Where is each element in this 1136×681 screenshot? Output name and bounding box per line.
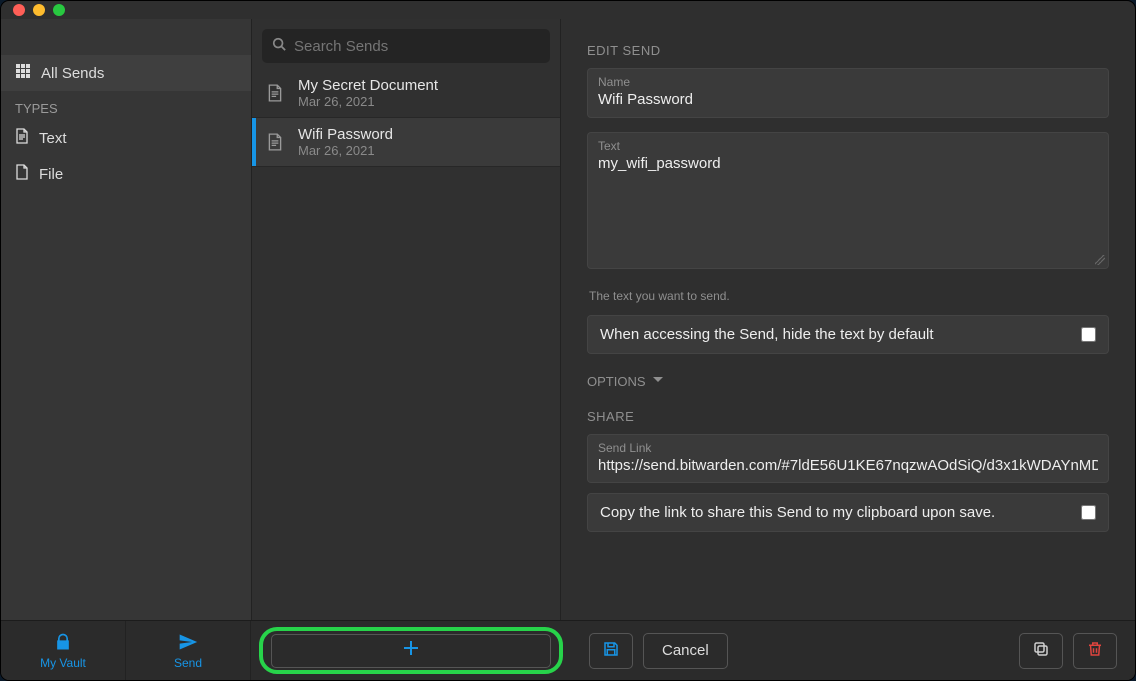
name-label: Name [598,75,1098,89]
text-file-icon [264,84,286,102]
copy-link-button[interactable] [1019,633,1063,669]
sidebar-type-file-label: File [39,166,63,183]
save-icon [602,640,620,662]
search-icon [272,37,286,56]
send-icon [178,632,198,655]
window-zoom-dot[interactable] [53,4,65,16]
share-heading: SHARE [587,409,1109,424]
name-input[interactable] [598,91,1098,108]
sidebar-types-heading: TYPES [1,91,251,120]
delete-button[interactable] [1073,633,1117,669]
text-file-icon [15,128,29,148]
copy-on-save-checkbox[interactable] [1081,505,1096,520]
window-minimize-dot[interactable] [33,4,45,16]
sidebar-type-text-label: Text [39,130,67,147]
app-window: All Sends TYPES Text File [0,0,1136,681]
text-field[interactable]: Text [587,132,1109,269]
nav-send[interactable]: Send [126,621,251,680]
file-icon [15,164,29,184]
sidebar-item-type-file[interactable]: File [1,156,251,192]
copy-on-save-label: Copy the link to share this Send to my c… [600,504,995,521]
hide-text-row[interactable]: When accessing the Send, hide the text b… [587,315,1109,354]
nav-my-vault[interactable]: My Vault [1,621,126,680]
cancel-label: Cancel [662,642,709,659]
share-link-label: Send Link [598,441,1098,455]
detail-panel[interactable]: EDIT SEND Name Text The text you want to… [561,19,1135,620]
list-item-title: Wifi Password [298,126,393,143]
cancel-button[interactable]: Cancel [643,633,728,669]
titlebar [1,1,1135,19]
hide-text-checkbox[interactable] [1081,327,1096,342]
search-input[interactable] [294,38,540,55]
share-link-value: https://send.bitwarden.com/#7ldE56U1KE67… [598,457,1098,474]
send-list: My Secret Document Mar 26, 2021 Wifi Pas… [252,69,560,620]
copy-icon [1032,640,1050,662]
hide-text-label: When accessing the Send, hide the text b… [600,326,934,343]
list-item[interactable]: Wifi Password Mar 26, 2021 [252,118,560,167]
list-item-date: Mar 26, 2021 [298,94,438,109]
options-label: OPTIONS [587,374,646,389]
text-file-icon [264,133,286,151]
name-field[interactable]: Name [587,68,1109,118]
add-send-button[interactable] [271,634,551,668]
trash-icon [1086,640,1104,662]
search-sends[interactable] [262,29,550,63]
copy-on-save-row[interactable]: Copy the link to share this Send to my c… [587,493,1109,532]
plus-icon [403,640,419,661]
send-list-column: My Secret Document Mar 26, 2021 Wifi Pas… [251,19,561,620]
list-item-title: My Secret Document [298,77,438,94]
text-help: The text you want to send. [587,283,1109,315]
text-label: Text [598,139,1098,153]
sidebar-item-all-sends[interactable]: All Sends [1,55,251,91]
add-button-area [251,621,571,680]
edit-send-heading: EDIT SEND [587,43,1109,58]
list-item[interactable]: My Secret Document Mar 26, 2021 [252,69,560,118]
nav-send-label: Send [174,656,202,670]
share-link-field[interactable]: Send Link https://send.bitwarden.com/#7l… [587,434,1109,483]
chevron-down-icon [652,374,664,389]
options-toggle[interactable]: OPTIONS [587,374,1109,389]
text-input[interactable] [598,155,1098,255]
sidebar-all-sends-label: All Sends [41,65,104,82]
sidebar-item-type-text[interactable]: Text [1,120,251,156]
lock-icon [53,632,73,655]
nav-vault-label: My Vault [40,656,86,670]
footer: My Vault Send Cancel [1,620,1135,680]
list-item-date: Mar 26, 2021 [298,143,393,158]
grid-icon [15,63,31,83]
window-close-dot[interactable] [13,4,25,16]
save-button[interactable] [589,633,633,669]
sidebar: All Sends TYPES Text File [1,19,251,620]
